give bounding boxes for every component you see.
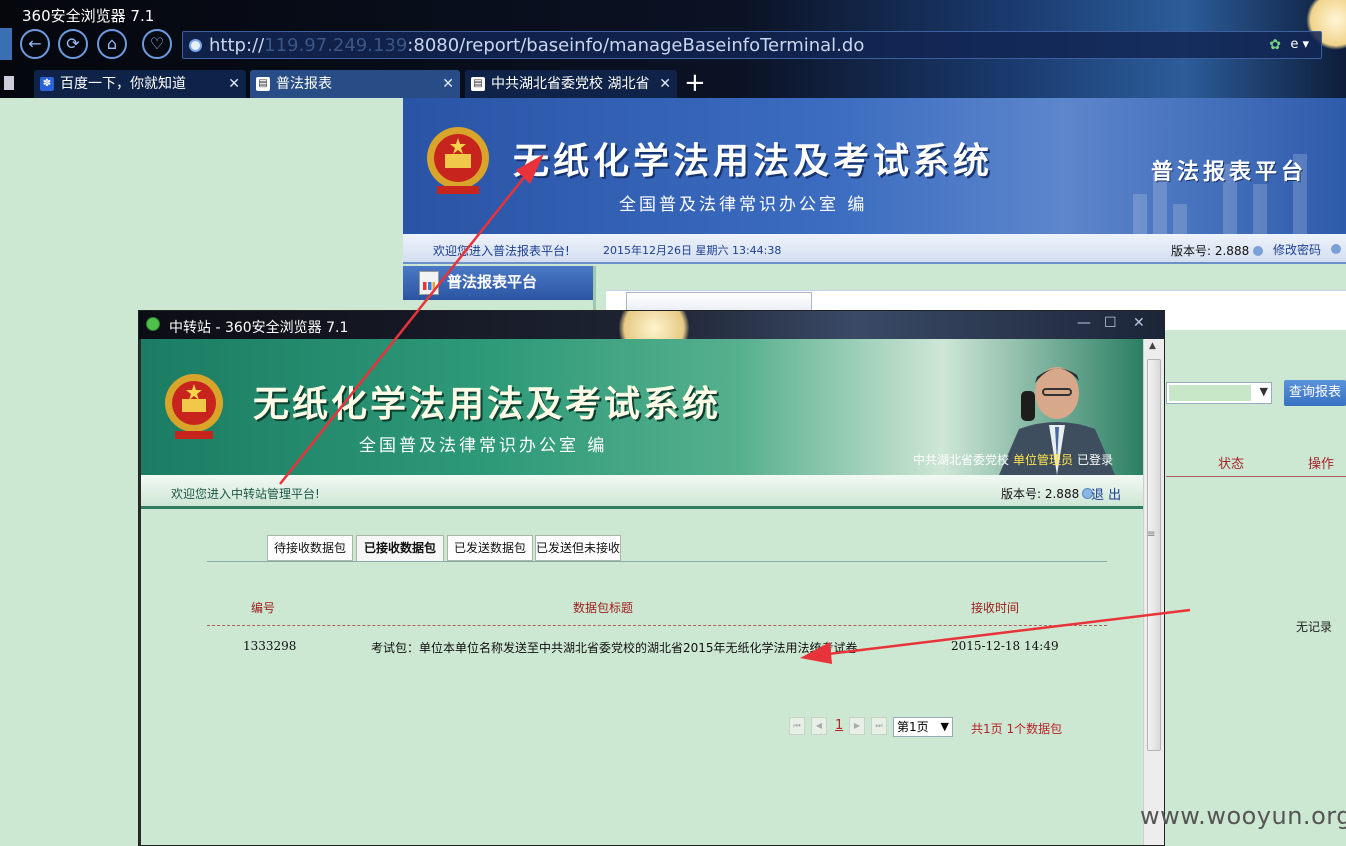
col-header-title: 数据包标题 — [573, 601, 634, 615]
report-doc-icon — [419, 271, 439, 295]
welcome-text: 欢迎您进入普法报表平台! — [433, 244, 570, 258]
header-divider — [207, 625, 1107, 626]
banner-subtitle: 全国普及法律常识办公室 编 — [359, 436, 608, 456]
pager-summary: 共1页 1个数据包 — [971, 722, 1063, 736]
minimize-icon[interactable]: — — [1077, 315, 1091, 331]
welcome-text: 欢迎您进入中转站管理平台! — [171, 487, 320, 501]
banner-title: 无纸化学法用法及考试系统 — [253, 383, 722, 425]
user-status: 中共湖北省委党校 单位管理员 已登录 — [913, 453, 1114, 467]
tab-party-school[interactable]: ▤ 中共湖北省委党校 湖北省 ✕ — [465, 70, 677, 98]
window-titlebar[interactable]: 中转站 - 360安全浏览器 7.1 — ☐ ✕ — [139, 311, 1164, 339]
info-icon — [1331, 244, 1341, 254]
tab-pufa-report[interactable]: ▤ 普法报表 ✕ — [250, 70, 460, 98]
tab-pending-receive[interactable]: 待接收数据包 — [267, 535, 353, 561]
engine-dropdown-icon[interactable]: e ▾ — [1290, 37, 1309, 52]
vertical-scrollbar[interactable]: ▲ ≡ — [1143, 339, 1164, 845]
browser-title: 360安全浏览器 7.1 — [22, 7, 155, 25]
relay-content: 无纸化学法用法及考试系统 全国普及法律常识办公室 编 中共湖北省委党校 单位管理员… — [141, 339, 1143, 845]
col-header-id: 编号 — [251, 601, 276, 615]
first-page-icon[interactable]: ⏮ — [789, 717, 805, 735]
tab-received[interactable]: 已接收数据包 — [356, 535, 444, 562]
sidebar-toggle[interactable] — [0, 28, 12, 60]
tabs-divider — [207, 561, 1107, 562]
tab-menu-icon[interactable] — [4, 76, 14, 90]
browser-logo-icon — [146, 317, 160, 331]
back-icon[interactable]: ← — [20, 29, 50, 59]
baidu-paw-icon: ✽ — [40, 77, 54, 91]
datetime-text: 2015年12月26日 星期六 13:44:38 — [603, 244, 782, 257]
logout-link[interactable]: 退 出 — [1091, 484, 1121, 503]
version-text: 版本号: 2.888 — [1001, 485, 1096, 502]
browser-chrome: 360安全浏览器 7.1 ← ⟳ ⌂ ♡ http://119.97.249.1… — [0, 0, 1346, 98]
version-text: 版本号: 2.888 — [1171, 242, 1267, 259]
moon-decoration — [619, 311, 689, 339]
tab-close-icon[interactable]: ✕ — [228, 70, 240, 98]
row-title[interactable]: 考试包：单位本单位名称发送至中共湖北省委党校的湖北省2015年无纸化学法用法统考… — [371, 639, 858, 656]
row-id: 1333298 — [243, 639, 297, 653]
close-icon[interactable]: ✕ — [1133, 315, 1145, 331]
address-bar[interactable]: http://119.97.249.139:8080/report/basein… — [182, 31, 1322, 59]
tab-close-icon[interactable]: ✕ — [659, 70, 671, 98]
query-report-button[interactable]: 查询报表 — [1284, 380, 1346, 406]
last-page-icon[interactable]: ⏭ — [871, 717, 887, 735]
divider — [1166, 476, 1346, 477]
tab-sent-not-received[interactable]: 已发送但未接收 — [535, 535, 621, 561]
url-text[interactable]: http://119.97.249.139:8080/report/basein… — [209, 35, 864, 56]
chevron-down-icon: ▼ — [940, 720, 949, 733]
banner-title: 无纸化学法用法及考试系统 — [513, 140, 994, 182]
home-icon[interactable]: ⌂ — [97, 29, 127, 59]
user-role: 单位管理员 — [1013, 453, 1074, 467]
col-header-action: 操作 — [1308, 457, 1335, 472]
platform-title: 普法报表平台 — [1151, 159, 1308, 185]
info-icon — [1253, 246, 1264, 256]
report-select[interactable]: ▼ — [1166, 382, 1272, 404]
pufa-status-bar: 欢迎您进入普法报表平台! 2015年12月26日 星期六 13:44:38 版本… — [403, 234, 1346, 264]
new-tab-button[interactable]: + — [684, 68, 706, 98]
sidebar-item-pufa-platform[interactable]: 普法报表平台 — [403, 266, 593, 300]
col-header-status: 状态 — [1218, 457, 1245, 472]
page-select[interactable]: 第1页 ▼ — [893, 717, 953, 737]
favorites-heart-icon[interactable]: ♡ — [142, 29, 172, 59]
national-emblem-icon — [427, 127, 489, 194]
change-password-link[interactable]: 修改密码 — [1273, 241, 1321, 258]
col-header-time: 接收时间 — [971, 601, 1020, 615]
scroll-up-icon[interactable]: ▲ — [1149, 341, 1156, 351]
relay-banner: 无纸化学法用法及考试系统 全国普及法律常识办公室 编 中共湖北省委党校 单位管理员… — [141, 339, 1143, 475]
national-emblem-icon — [165, 374, 223, 439]
prev-page-icon[interactable]: ◀ — [811, 717, 827, 735]
window-title: 中转站 - 360安全浏览器 7.1 — [169, 320, 349, 336]
tab-baidu[interactable]: ✽ 百度一下，你就知道 ✕ — [34, 70, 246, 98]
row-time: 2015-12-18 14:49 — [951, 639, 1059, 653]
watermark: www.wooyun.org — [1140, 802, 1346, 830]
page-number-link[interactable]: 1 — [835, 718, 843, 733]
site-info-icon[interactable] — [189, 39, 202, 52]
tab-strip: ✽ 百度一下，你就知道 ✕ ▤ 普法报表 ✕ ▤ 中共湖北省委党校 湖北省 ✕ … — [0, 68, 1346, 98]
page-icon: ▤ — [471, 77, 485, 91]
scroll-thumb[interactable] — [1147, 359, 1161, 751]
relay-status-bar: 欢迎您进入中转站管理平台! 版本号: 2.888 退 出 — [141, 475, 1143, 509]
refresh-icon[interactable]: ⟳ — [58, 29, 88, 59]
banner-subtitle: 全国普及法律常识办公室 编 — [619, 195, 868, 215]
tab-close-icon[interactable]: ✕ — [442, 70, 454, 98]
page-icon: ▤ — [256, 77, 270, 91]
scroll-grip-icon: ≡ — [1147, 529, 1156, 540]
next-page-icon[interactable]: ▶ — [849, 717, 865, 735]
pufa-banner: 无纸化学法用法及考试系统 全国普及法律常识办公室 编 普法报表平台 — [403, 98, 1346, 234]
no-record-text: 无记录 — [1296, 620, 1333, 634]
maximize-icon[interactable]: ☐ — [1104, 315, 1117, 331]
speed-mode-icon[interactable]: ✿ — [1269, 37, 1281, 53]
tab-sent[interactable]: 已发送数据包 — [447, 535, 533, 561]
relay-station-window: 中转站 - 360安全浏览器 7.1 — ☐ ✕ 无纸化学法用法及考试系统 全国… — [138, 310, 1165, 846]
